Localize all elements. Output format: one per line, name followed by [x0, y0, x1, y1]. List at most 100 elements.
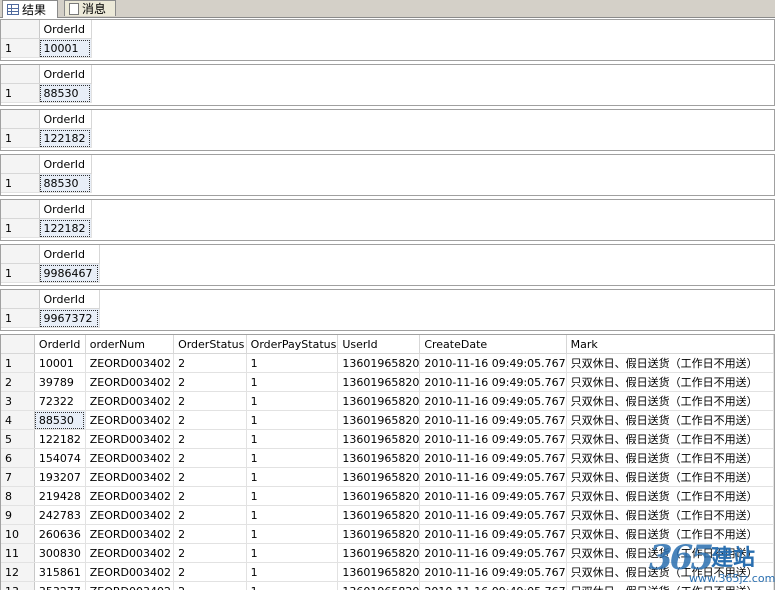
cell-orderid[interactable]: 9967372	[39, 308, 100, 328]
cell-mark[interactable]: 只双休日、假日送货（工作日不用送）	[566, 543, 774, 563]
cell-orderid[interactable]: 242783	[34, 505, 86, 525]
row-number[interactable]: 1	[1, 83, 40, 103]
row-number[interactable]: 5	[1, 429, 35, 449]
cell-createdate[interactable]: 2010-11-16 09:49:05.767	[419, 581, 567, 590]
cell-orderpaystatus[interactable]: 1	[246, 391, 339, 411]
cell-createdate[interactable]: 2010-11-16 09:49:05.767	[419, 467, 567, 487]
row-number[interactable]: 3	[1, 391, 35, 411]
row-number[interactable]: 8	[1, 486, 35, 506]
cell-ordernum[interactable]: ZEORD003402	[85, 391, 175, 411]
table-row[interactable]: 10 260636 ZEORD003402 2 1 13601965820 2010-11-…	[1, 524, 774, 544]
cell-mark[interactable]: 只双休日、假日送货（工作日不用送）	[566, 581, 774, 590]
cell-ordernum[interactable]: ZEORD003402	[85, 429, 175, 449]
table-row[interactable]: 7 193207 ZEORD003402 2 1 13601965820 2010-11-1…	[1, 467, 774, 487]
cell-ordernum[interactable]: ZEORD003402	[85, 505, 175, 525]
cell-orderid[interactable]: 88530	[34, 410, 86, 430]
column-header-ordernum[interactable]: orderNum	[85, 335, 175, 354]
column-header[interactable]: OrderId	[39, 245, 100, 264]
cell-orderpaystatus[interactable]: 1	[246, 562, 339, 582]
cell-orderid[interactable]: 260636	[34, 524, 86, 544]
cell-orderstatus[interactable]: 2	[173, 486, 247, 506]
column-header-userid[interactable]: UserId	[337, 335, 421, 354]
cell-orderstatus[interactable]: 2	[173, 410, 247, 430]
column-header-mark[interactable]: Mark	[566, 335, 774, 354]
column-header[interactable]: OrderId	[39, 290, 100, 309]
cell-orderstatus[interactable]: 2	[173, 391, 247, 411]
cell-orderpaystatus[interactable]: 1	[246, 372, 339, 392]
cell-orderpaystatus[interactable]: 1	[246, 353, 339, 373]
cell-orderpaystatus[interactable]: 1	[246, 467, 339, 487]
cell-createdate[interactable]: 2010-11-16 09:49:05.767	[419, 429, 567, 449]
cell-mark[interactable]: 只双休日、假日送货（工作日不用送）	[566, 524, 774, 544]
cell-createdate[interactable]: 2010-11-16 09:49:05.767	[419, 353, 567, 373]
table-row[interactable]: 1 10001 ZEORD003402 2 1 13601965820 2010-11-16…	[1, 353, 774, 373]
cell-orderid[interactable]: 353277	[34, 581, 86, 590]
cell-orderpaystatus[interactable]: 1	[246, 505, 339, 525]
row-number[interactable]: 11	[1, 543, 35, 563]
row-number[interactable]: 10	[1, 524, 35, 544]
table-row[interactable]: 6 154074 ZEORD003402 2 1 13601965820 2010-11-1…	[1, 448, 774, 468]
cell-orderid[interactable]: 193207	[34, 467, 86, 487]
cell-userid[interactable]: 13601965820	[337, 467, 421, 487]
row-number[interactable]: 9	[1, 505, 35, 525]
cell-orderid[interactable]: 122182	[39, 128, 92, 148]
column-header[interactable]: OrderId	[39, 20, 92, 39]
cell-createdate[interactable]: 2010-11-16 09:49:05.767	[419, 505, 567, 525]
cell-mark[interactable]: 只双休日、假日送货（工作日不用送）	[566, 372, 774, 392]
cell-orderpaystatus[interactable]: 1	[246, 410, 339, 430]
tab-messages[interactable]: 消息	[64, 0, 116, 16]
table-row[interactable]: 13353277ZEORD00340221136019658202010-11-…	[1, 581, 774, 590]
cell-orderpaystatus[interactable]: 1	[246, 448, 339, 468]
cell-createdate[interactable]: 2010-11-16 09:49:05.767	[419, 486, 567, 506]
cell-userid[interactable]: 13601965820	[337, 353, 421, 373]
row-number[interactable]: 1	[1, 173, 40, 193]
cell-createdate[interactable]: 2010-11-16 09:49:05.767	[419, 372, 567, 392]
table-row[interactable]: 5 122182 ZEORD003402 2 1 13601965820 2010-11-1…	[1, 429, 774, 449]
cell-orderstatus[interactable]: 2	[173, 581, 247, 590]
cell-userid[interactable]: 13601965820	[337, 429, 421, 449]
cell-userid[interactable]: 13601965820	[337, 505, 421, 525]
column-header-createdate[interactable]: CreateDate	[419, 335, 567, 354]
cell-createdate[interactable]: 2010-11-16 09:49:05.767	[419, 524, 567, 544]
cell-orderstatus[interactable]: 2	[173, 562, 247, 582]
cell-createdate[interactable]: 2010-11-16 09:49:05.767	[419, 562, 567, 582]
cell-orderpaystatus[interactable]: 1	[246, 524, 339, 544]
cell-orderid[interactable]: 315861	[34, 562, 86, 582]
cell-mark[interactable]: 只双休日、假日送货（工作日不用送）	[566, 505, 774, 525]
column-header[interactable]: OrderId	[39, 155, 92, 174]
cell-ordernum[interactable]: ZEORD003402	[85, 562, 175, 582]
cell-createdate[interactable]: 2010-11-16 09:49:05.767	[419, 391, 567, 411]
cell-orderstatus[interactable]: 2	[173, 448, 247, 468]
cell-orderstatus[interactable]: 2	[173, 524, 247, 544]
row-number[interactable]: 1	[1, 128, 40, 148]
cell-userid[interactable]: 13601965820	[337, 524, 421, 544]
cell-orderid[interactable]: 39789	[34, 372, 86, 392]
cell-orderid[interactable]: 154074	[34, 448, 86, 468]
table-row[interactable]: 11 300830 ZEORD003402 2 1 13601965820 2010-11-…	[1, 543, 774, 563]
cell-ordernum[interactable]: ZEORD003402	[85, 486, 175, 506]
cell-userid[interactable]: 13601965820	[337, 543, 421, 563]
cell-orderpaystatus[interactable]: 1	[246, 429, 339, 449]
column-header-orderpaystatus[interactable]: OrderPayStatus	[246, 335, 339, 354]
row-number[interactable]: 2	[1, 372, 35, 392]
row-number[interactable]: 7	[1, 467, 35, 487]
cell-orderstatus[interactable]: 2	[173, 353, 247, 373]
table-row[interactable]: 4 88530 ZEORD003402 2 1 13601965820 2010-11-16…	[1, 410, 774, 430]
cell-orderstatus[interactable]: 2	[173, 372, 247, 392]
table-row[interactable]: 12 315861 ZEORD003402 2 1 13601965820 2010-11-…	[1, 562, 774, 582]
cell-ordernum[interactable]: ZEORD003402	[85, 410, 175, 430]
table-row[interactable]: 9 242783 ZEORD003402 2 1 13601965820 2010-11-1…	[1, 505, 774, 525]
cell-mark[interactable]: 只双休日、假日送货（工作日不用送）	[566, 353, 774, 373]
cell-ordernum[interactable]: ZEORD003402	[85, 524, 175, 544]
cell-ordernum[interactable]: ZEORD003402	[85, 353, 175, 373]
cell-userid[interactable]: 13601965820	[337, 410, 421, 430]
cell-mark[interactable]: 只双休日、假日送货（工作日不用送）	[566, 410, 774, 430]
cell-orderid[interactable]: 88530	[39, 173, 92, 193]
table-row[interactable]: 3 72322 ZEORD003402 2 1 13601965820 2010-11-16…	[1, 391, 774, 411]
cell-orderid[interactable]: 122182	[34, 429, 86, 449]
cell-ordernum[interactable]: ZEORD003402	[85, 372, 175, 392]
cell-ordernum[interactable]: ZEORD003402	[85, 581, 175, 590]
column-header[interactable]: OrderId	[39, 65, 92, 84]
column-header-orderstatus[interactable]: OrderStatus	[173, 335, 247, 354]
row-number[interactable]: 1	[1, 263, 40, 283]
